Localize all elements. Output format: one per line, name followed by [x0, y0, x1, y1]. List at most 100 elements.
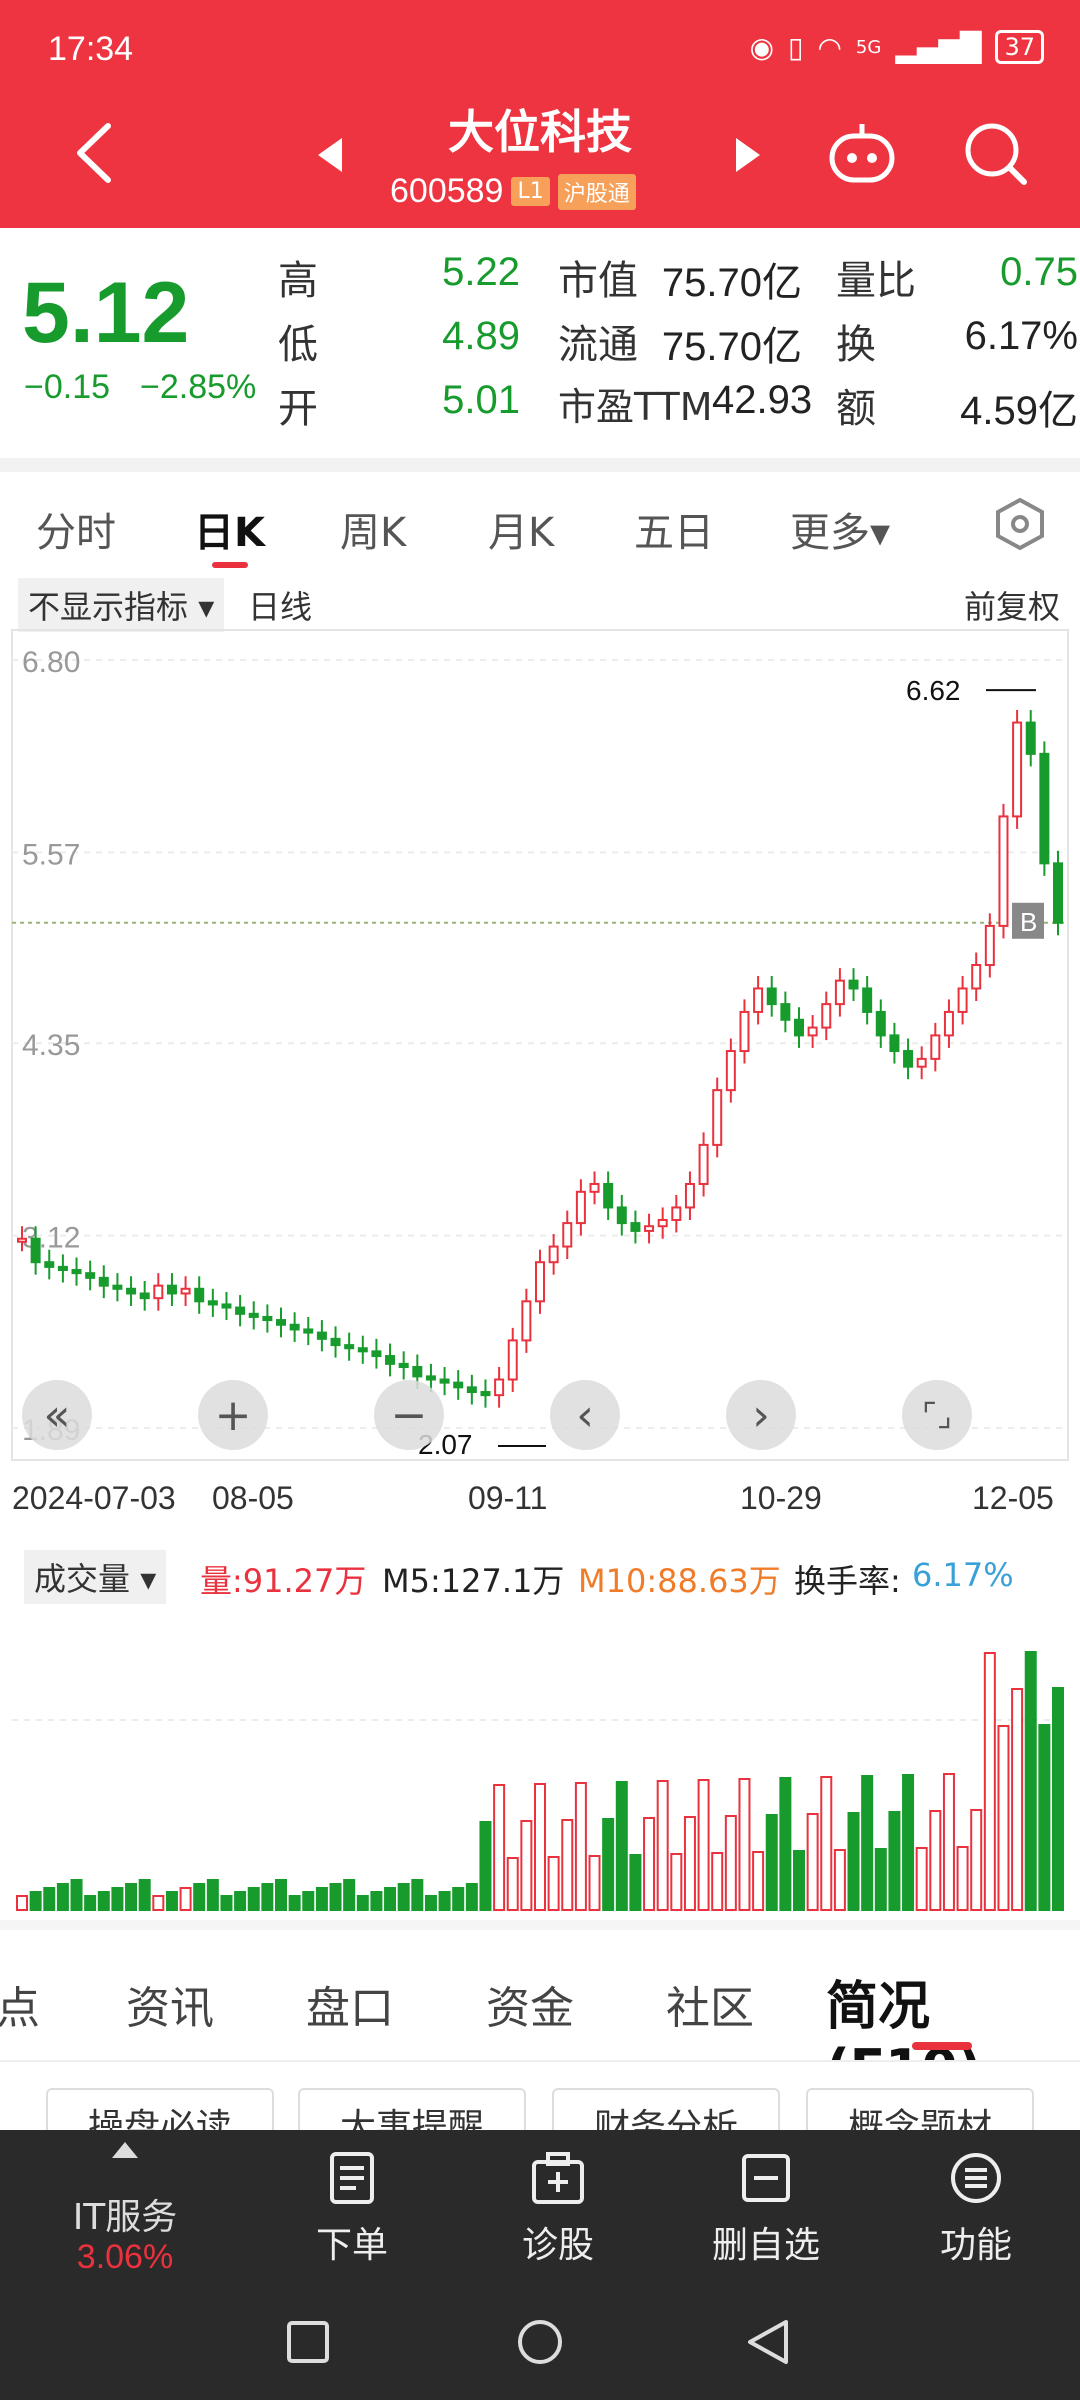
low-value: 4.89	[442, 314, 520, 358]
place-order-button[interactable]: 下单	[262, 2130, 442, 2290]
tab-more[interactable]: 更多▾	[790, 500, 890, 558]
scroll-start-button[interactable]: «	[22, 1380, 92, 1450]
volume-bar	[234, 1891, 247, 1911]
volume-bar	[125, 1883, 138, 1911]
candle-body	[821, 1003, 832, 1029]
volume-bar	[697, 1779, 710, 1911]
candle-body	[889, 1034, 900, 1053]
functions-button[interactable]: 功能	[886, 2130, 1066, 2290]
indicator-label: 不显示指标	[28, 588, 189, 626]
indicator-select[interactable]: 不显示指标 ▾	[18, 578, 225, 632]
diagnose-button[interactable]: 诊股	[468, 2130, 648, 2290]
stock-code-row: 600589 L1 沪股通	[390, 172, 636, 211]
date-tick: 09-11	[468, 1480, 548, 1516]
robot-assistant-icon[interactable]	[826, 122, 898, 188]
tab-news[interactable]: 资讯	[126, 1972, 214, 2036]
volume-bar	[424, 1895, 437, 1911]
tab-point[interactable]: 点	[0, 1972, 40, 2036]
remove-watchlist-icon	[742, 2154, 790, 2202]
candle-body	[848, 979, 859, 990]
candle-body	[903, 1050, 914, 1068]
low-label: 低	[278, 322, 318, 368]
current-price: 5.12	[22, 265, 190, 361]
candle-body	[412, 1365, 423, 1378]
candle-body	[589, 1182, 600, 1193]
turnover-value: 6.17%	[964, 314, 1078, 358]
next-stock-icon[interactable]	[732, 138, 760, 172]
adjust-mode[interactable]: 前复权	[964, 582, 1060, 628]
volume-bar	[738, 1778, 751, 1911]
home-icon[interactable]	[516, 2318, 564, 2366]
candlestick-chart[interactable]: 6.805.574.353.121.896.622.07B	[0, 628, 1080, 1468]
tab-five-day[interactable]: 五日	[634, 500, 714, 558]
line-type-label: 日线	[248, 588, 313, 626]
tab-weekly-k[interactable]: 周K	[340, 500, 406, 558]
pe-value: 42.93	[712, 378, 813, 422]
volume-bar	[315, 1887, 328, 1911]
volume-bar	[84, 1895, 97, 1911]
chevron-right-icon: ›	[752, 1389, 770, 1441]
volume-bar	[43, 1887, 56, 1911]
volume-select-label: 成交量	[34, 1560, 131, 1598]
volume-bar	[602, 1818, 615, 1911]
tab-monthly-k[interactable]: 月K	[488, 500, 554, 558]
tab-orderbook[interactable]: 盘口	[306, 1972, 394, 2036]
high-value: 5.22	[442, 250, 520, 294]
high-label: 高	[278, 258, 318, 304]
nav-back-icon[interactable]	[746, 2318, 790, 2366]
candle-body	[85, 1272, 96, 1279]
search-icon[interactable]	[960, 118, 1030, 188]
caret-up-icon	[112, 2142, 138, 2158]
volume-bar	[983, 1652, 996, 1911]
settings-hex-icon[interactable]	[992, 496, 1048, 552]
candle-body	[194, 1287, 205, 1303]
battery-icon: 37	[995, 30, 1044, 64]
sector-pct: 3.06%	[76, 2238, 174, 2276]
date-tick: 08-05	[212, 1480, 294, 1516]
sector-indicator[interactable]: IT服务 3.06%	[0, 2130, 250, 2290]
candle-body	[180, 1287, 191, 1295]
stock-name: 大位科技	[448, 105, 632, 159]
date-tick: 2024-07-03	[12, 1480, 176, 1516]
tab-daily-k[interactable]: 日K	[194, 500, 265, 558]
vol-ratio-label: 量比	[836, 258, 916, 304]
volume-bar	[465, 1883, 478, 1911]
volume-bar	[520, 1820, 533, 1911]
date-axis: 2024-07-03 08-05 09-11 10-29 12-05	[0, 1474, 1080, 1524]
candle-body	[780, 1003, 791, 1021]
zoom-in-button[interactable]: +	[198, 1380, 268, 1450]
tab-community[interactable]: 社区	[666, 1972, 754, 2036]
candle-body	[439, 1378, 450, 1384]
candle-body	[575, 1190, 586, 1225]
quote-panel: 5.12 −0.15 −2.85% 高 5.22 低 4.89 开 5.01 市…	[0, 228, 1080, 458]
double-chevron-left-icon: «	[43, 1389, 71, 1441]
stock-code: 600589	[390, 172, 504, 210]
kchart-toolbar: 不显示指标 ▾ 日线 前复权	[0, 572, 1080, 632]
volume-m10: M10:88.63万	[578, 1562, 781, 1600]
volume-indicator-select[interactable]: 成交量 ▾	[24, 1550, 167, 1604]
tab-underline	[212, 562, 248, 568]
candle-body	[30, 1237, 41, 1264]
amount-value: 4.59亿	[960, 389, 1078, 433]
tab-intraday[interactable]: 分时	[36, 500, 116, 558]
volume-bar	[452, 1887, 465, 1911]
scroll-right-button[interactable]: ›	[726, 1380, 796, 1450]
vibrate-icon: ▯	[788, 30, 804, 64]
candle-body	[44, 1261, 55, 1268]
fullscreen-button[interactable]: ⌜⌟	[902, 1380, 972, 1450]
status-icons: ◉ ▯ ◠ 5G ▂▄▆█ 37	[750, 30, 1044, 64]
volume-bar	[138, 1879, 151, 1911]
remove-watchlist-button[interactable]: 删自选	[676, 2130, 856, 2290]
tab-funds[interactable]: 资金	[486, 1972, 574, 2036]
zoom-out-button[interactable]: −	[374, 1380, 444, 1450]
volume-bar	[915, 1847, 928, 1911]
scroll-left-button[interactable]: ‹	[550, 1380, 620, 1450]
order-icon	[330, 2152, 374, 2204]
candle-body	[657, 1218, 668, 1228]
candle-body	[834, 979, 845, 1006]
candle-body	[943, 1010, 954, 1037]
fullscreen-icon: ⌜⌟	[922, 1396, 952, 1434]
recent-apps-icon[interactable]	[286, 2320, 330, 2364]
volume-bar	[683, 1816, 696, 1911]
volume-bar	[165, 1891, 178, 1911]
